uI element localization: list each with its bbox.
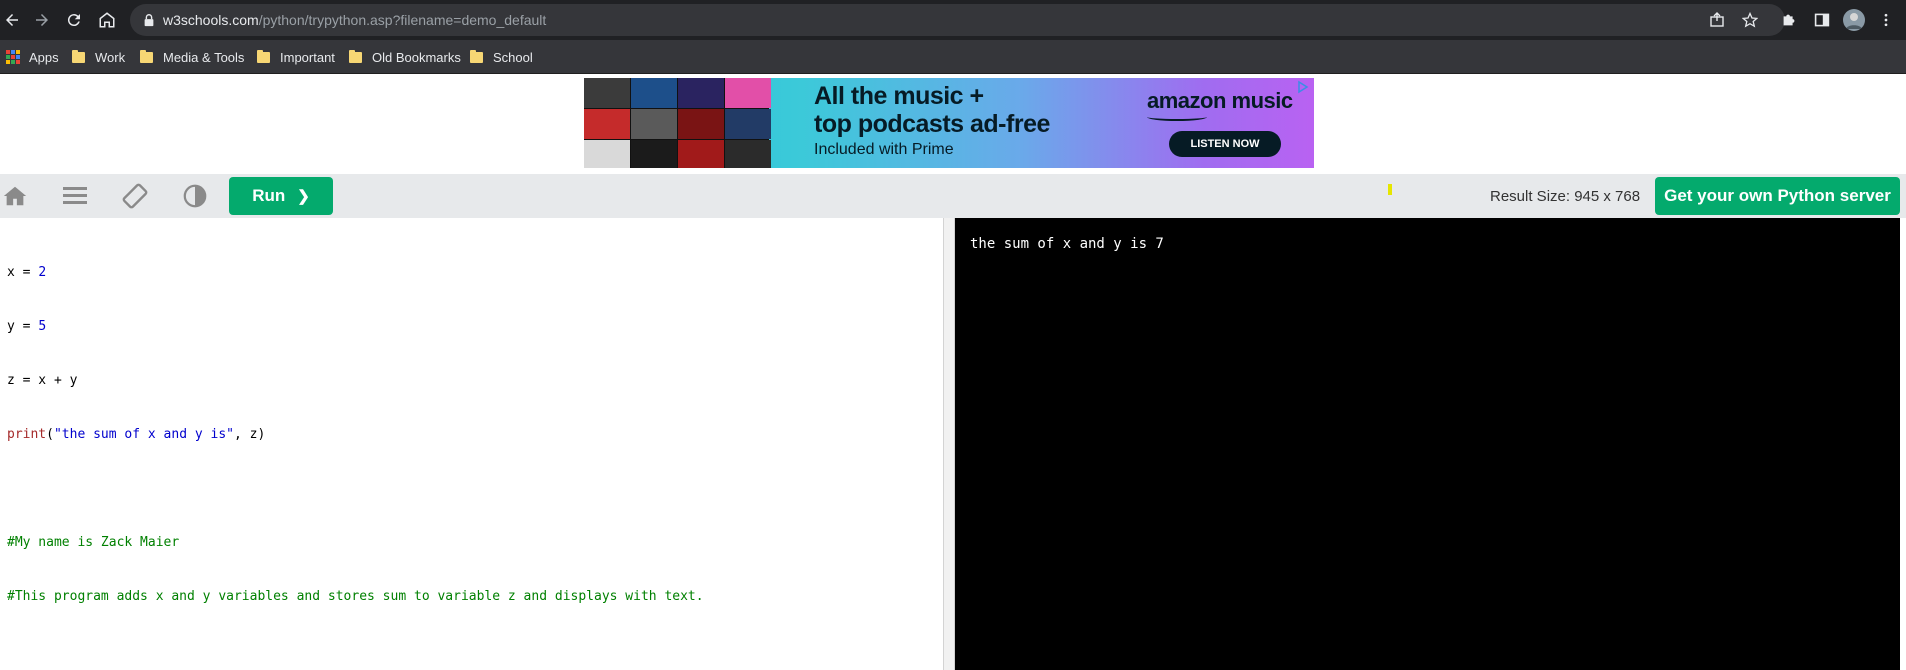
code-token: z = x + y	[7, 373, 78, 388]
bookmark-label: Work	[95, 49, 126, 65]
ad-listen-now-button[interactable]: LISTEN NOW	[1169, 131, 1281, 157]
profile-avatar[interactable]	[1843, 9, 1865, 31]
code-line: #My name is Zack Maier	[7, 534, 704, 552]
reload-icon[interactable]	[62, 8, 86, 32]
bookmark-label: Important	[280, 49, 335, 65]
ad-album-art-grid	[584, 78, 771, 168]
folder-icon	[349, 49, 362, 63]
url-path: /python/trypython.asp?filename=demo_defa…	[258, 12, 547, 28]
menu-hamburger-icon[interactable]	[60, 181, 90, 211]
ad-headline: All the music + top podcasts ad-free	[814, 82, 1050, 138]
code-line: print("the sum of x and y is", z)	[7, 426, 704, 444]
result-output: the sum of x and y is 7	[970, 236, 1164, 252]
folder-icon	[470, 49, 483, 63]
ad-brand-smile	[1147, 113, 1207, 121]
bookmark-label: Media & Tools	[163, 49, 245, 65]
ad-headline-line: top podcasts ad-free	[814, 110, 1050, 138]
code-line: z = x + y	[7, 372, 704, 390]
pane-resize-splitter[interactable]	[943, 218, 955, 670]
bookmark-apps[interactable]: Apps	[6, 40, 59, 74]
url-host: w3schools.com	[163, 12, 259, 28]
bookmark-folder-media-tools[interactable]: Media & Tools	[140, 40, 244, 74]
code-comment: #My name is Zack Maier	[7, 535, 180, 550]
code-number: 5	[38, 319, 47, 334]
side-panel-icon[interactable]	[1812, 10, 1832, 30]
forward-arrow-icon[interactable]	[30, 8, 54, 32]
bookmark-folder-work[interactable]: Work	[72, 40, 125, 74]
result-pane: the sum of x and y is 7	[955, 218, 1900, 670]
code-line: y = 5	[7, 318, 704, 336]
drag-indicator	[1388, 184, 1392, 195]
bookmark-folder-school[interactable]: School	[470, 40, 533, 74]
result-size-label: Result Size: 945 x 768	[1490, 188, 1641, 205]
code-token: x =	[7, 265, 39, 280]
code-token: y =	[7, 319, 39, 334]
bookmark-folder-old-bookmarks[interactable]: Old Bookmarks	[349, 40, 461, 74]
home-icon[interactable]	[0, 181, 30, 211]
code-token: (	[46, 427, 54, 442]
folder-icon	[140, 49, 153, 63]
ad-headline-line: All the music +	[814, 82, 984, 110]
ad-subline: Included with Prime	[814, 141, 954, 158]
home-icon[interactable]	[95, 8, 119, 32]
folder-icon	[72, 49, 85, 63]
address-bar[interactable]: w3schools.com/python/trypython.asp?filen…	[130, 4, 1785, 36]
run-button[interactable]: Run ❯	[229, 177, 333, 215]
code-line: x = 2	[7, 264, 704, 282]
code-function: print	[7, 427, 47, 442]
folder-icon	[257, 49, 270, 63]
code-line: #This program adds x and y variables and…	[7, 588, 704, 606]
run-button-label: Run	[252, 186, 286, 205]
lock-icon[interactable]	[142, 13, 156, 27]
code-editor[interactable]: x = 2 y = 5 z = x + y print("the sum of …	[0, 218, 943, 670]
bookmark-label: School	[493, 49, 533, 65]
apps-grid-icon	[6, 50, 20, 64]
star-icon[interactable]	[1742, 12, 1758, 28]
menu-kebab-icon[interactable]	[1876, 10, 1896, 30]
code-number: 2	[38, 265, 47, 280]
rotate-orientation-icon[interactable]	[120, 181, 150, 211]
bookmark-label: Old Bookmarks	[372, 49, 461, 65]
extensions-puzzle-icon[interactable]	[1779, 10, 1799, 30]
browser-titlebar: w3schools.com/python/trypython.asp?filen…	[0, 0, 1906, 40]
get-python-server-button[interactable]: Get your own Python server	[1655, 177, 1900, 215]
code-comment: #This program adds x and y variables and…	[7, 589, 704, 604]
ad-brand-logo: amazon music	[1147, 88, 1293, 113]
bookmarks-bar: Apps Work Media & Tools Important Old Bo…	[0, 40, 1906, 74]
code-content[interactable]: x = 2 y = 5 z = x + y print("the sum of …	[7, 228, 704, 642]
code-token: , z)	[233, 427, 266, 442]
contrast-theme-icon[interactable]	[180, 181, 210, 211]
editor-toolbar: Run ❯ Result Size: 945 x 768 Get your ow…	[0, 174, 1906, 218]
back-arrow-icon[interactable]	[0, 8, 24, 32]
page-right-edge	[1900, 218, 1906, 670]
ad-banner[interactable]: All the music + top podcasts ad-free Inc…	[584, 78, 1314, 168]
bookmark-label: Apps	[29, 49, 59, 65]
code-string: "the sum of x and y is"	[53, 427, 234, 442]
url-text[interactable]: w3schools.com/python/trypython.asp?filen…	[163, 12, 546, 28]
share-icon[interactable]	[1709, 12, 1725, 28]
bookmark-folder-important[interactable]: Important	[257, 40, 335, 74]
chevron-right-icon: ❯	[297, 188, 310, 205]
ad-choices-icon[interactable]	[1296, 80, 1310, 94]
